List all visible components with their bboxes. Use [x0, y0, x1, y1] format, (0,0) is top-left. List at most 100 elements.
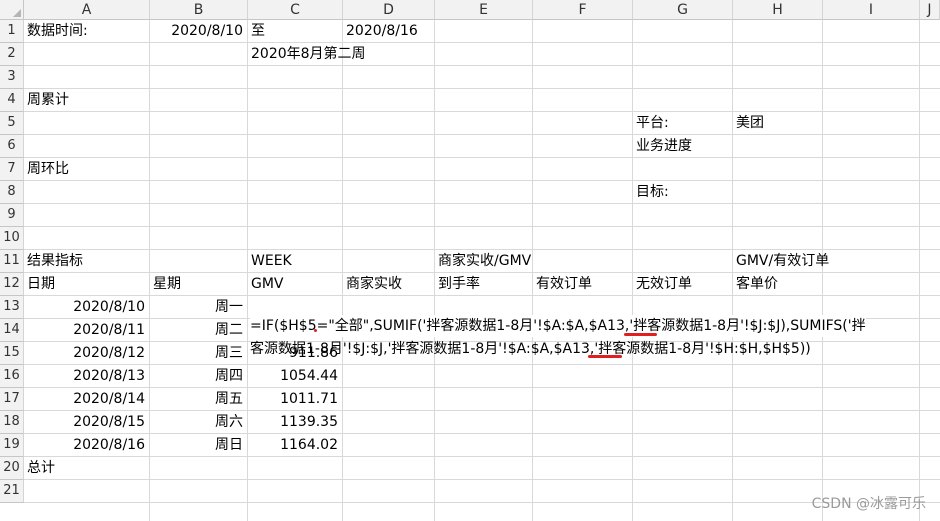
cell-C16[interactable]: 1054.44 [251, 365, 338, 387]
cell-G12[interactable]: 无效订单 [636, 273, 692, 295]
cell-B15[interactable]: 周三 [153, 342, 243, 364]
cell-H11[interactable]: GMV/有效订单 [736, 250, 829, 272]
annotation-underline-2 [588, 355, 622, 358]
cell-E12[interactable]: 到手率 [438, 273, 480, 295]
grid-hline [24, 111, 940, 112]
row-header-16[interactable]: 16 [0, 365, 24, 388]
grid-vline [342, 20, 343, 521]
cell-B16[interactable]: 周四 [153, 365, 243, 387]
cell-C2[interactable]: 2020年8月第二周 [251, 43, 366, 65]
cell-B12[interactable]: 星期 [153, 273, 181, 295]
cell-A7[interactable]: 周环比 [27, 158, 69, 180]
grid-hline [24, 502, 940, 503]
cell-B13[interactable]: 周一 [153, 296, 243, 318]
column-header-J[interactable]: J [920, 0, 940, 20]
cell-C19[interactable]: 1164.02 [251, 434, 338, 456]
cell-B1[interactable]: 2020/8/10 [153, 20, 243, 42]
cell-A1[interactable]: 数据时间: [27, 20, 88, 42]
grid-hline [24, 226, 940, 227]
cell-C17[interactable]: 1011.71 [251, 388, 338, 410]
cell-A4[interactable]: 周累计 [27, 89, 69, 111]
cell-A20[interactable]: 总计 [27, 457, 55, 479]
column-header-I[interactable]: I [823, 0, 920, 20]
grid-hline [24, 157, 940, 158]
row-header-21[interactable]: 21 [0, 480, 24, 503]
column-header-G[interactable]: G [633, 0, 733, 20]
cell-A14[interactable]: 2020/8/11 [27, 319, 145, 341]
cell-C11[interactable]: WEEK [251, 250, 292, 272]
grid-hline [24, 203, 940, 204]
grid-vline [732, 20, 733, 521]
cell-A12[interactable]: 日期 [27, 273, 55, 295]
column-header-H[interactable]: H [733, 0, 823, 20]
cell-A18[interactable]: 2020/8/15 [27, 411, 145, 433]
row-header-7[interactable]: 7 [0, 158, 24, 181]
row-header-6[interactable]: 6 [0, 135, 24, 158]
cell-G8[interactable]: 目标: [636, 181, 669, 203]
formula-text-line-1: =IF($H$5="全部",SUMIF('拌客源数据1-8月'!$A:$A,$A… [250, 315, 866, 337]
column-header-F[interactable]: F [533, 0, 633, 20]
row-header-18[interactable]: 18 [0, 411, 24, 434]
column-header-D[interactable]: D [343, 0, 435, 20]
column-header-B[interactable]: B [150, 0, 248, 20]
cell-A17[interactable]: 2020/8/14 [27, 388, 145, 410]
row-header-3[interactable]: 3 [0, 66, 24, 89]
cell-A15[interactable]: 2020/8/12 [27, 342, 145, 364]
row-header-19[interactable]: 19 [0, 434, 24, 457]
select-all-triangle-icon [13, 9, 21, 17]
select-all-corner[interactable] [0, 0, 24, 20]
row-header-12[interactable]: 12 [0, 273, 24, 296]
cell-B14[interactable]: 周二 [153, 319, 243, 341]
grid-hline [24, 42, 940, 43]
grid-vline [632, 20, 633, 521]
row-header-13[interactable]: 13 [0, 296, 24, 319]
row-header-20[interactable]: 20 [0, 457, 24, 480]
row-header-15[interactable]: 15 [0, 342, 24, 365]
column-header-A[interactable]: A [24, 0, 150, 20]
spreadsheet-grid[interactable]: ABCDEFGHIJ 1 2 3 4 5 6 7 8 9 10 11 12 13 14 15 16 17 18 19… [0, 0, 940, 521]
cell-G6[interactable]: 业务进度 [636, 135, 692, 157]
cell-B19[interactable]: 周日 [153, 434, 243, 456]
annotation-underline-1 [624, 333, 657, 336]
cell-F12[interactable]: 有效订单 [536, 273, 592, 295]
row-header-4[interactable]: 4 [0, 89, 24, 112]
grid-vline [247, 20, 248, 521]
row-header-1[interactable]: 1 [0, 20, 24, 43]
cell-A19[interactable]: 2020/8/16 [27, 434, 145, 456]
cell-C12[interactable]: GMV [251, 273, 284, 295]
row-header-9[interactable]: 9 [0, 204, 24, 227]
row-header-17[interactable]: 17 [0, 388, 24, 411]
cell-D12[interactable]: 商家实收 [346, 273, 402, 295]
cell-D1[interactable]: 2020/8/16 [346, 20, 418, 42]
cell-A11[interactable]: 结果指标 [27, 250, 83, 272]
cell-A16[interactable]: 2020/8/13 [27, 365, 145, 387]
row-header-11[interactable]: 11 [0, 250, 24, 273]
grid-hline [24, 65, 940, 66]
formula-text-line-2: 客源数据1-8月'!$J:$J,'拌客源数据1-8月'!$A:$A,$A13,'… [250, 341, 811, 357]
row-header-14[interactable]: 14 [0, 319, 24, 342]
row-header-8[interactable]: 8 [0, 181, 24, 204]
row-header-2[interactable]: 2 [0, 43, 24, 66]
grid-vline [149, 20, 150, 521]
grid-hline [24, 456, 940, 457]
cell-A13[interactable]: 2020/8/10 [27, 296, 145, 318]
column-header-C[interactable]: C [248, 0, 343, 20]
grid-hline [24, 88, 940, 89]
grid-hline [24, 479, 940, 480]
row-header-10[interactable]: 10 [0, 227, 24, 250]
grid-vline [434, 20, 435, 521]
watermark: CSDN @冰露可乐 [811, 496, 926, 512]
grid-vline [919, 20, 920, 521]
cell-H12[interactable]: 客单价 [736, 273, 778, 295]
annotation-dot-icon [314, 329, 317, 332]
cell-C18[interactable]: 1139.35 [251, 411, 338, 433]
cell-E11[interactable]: 商家实收/GMV [438, 250, 531, 272]
grid-hline [24, 134, 940, 135]
row-header-5[interactable]: 5 [0, 112, 24, 135]
column-header-E[interactable]: E [435, 0, 533, 20]
cell-B18[interactable]: 周六 [153, 411, 243, 433]
cell-H5[interactable]: 美团 [736, 112, 764, 134]
cell-G5[interactable]: 平台: [636, 112, 669, 134]
cell-C1[interactable]: 至 [251, 20, 265, 42]
cell-B17[interactable]: 周五 [153, 388, 243, 410]
